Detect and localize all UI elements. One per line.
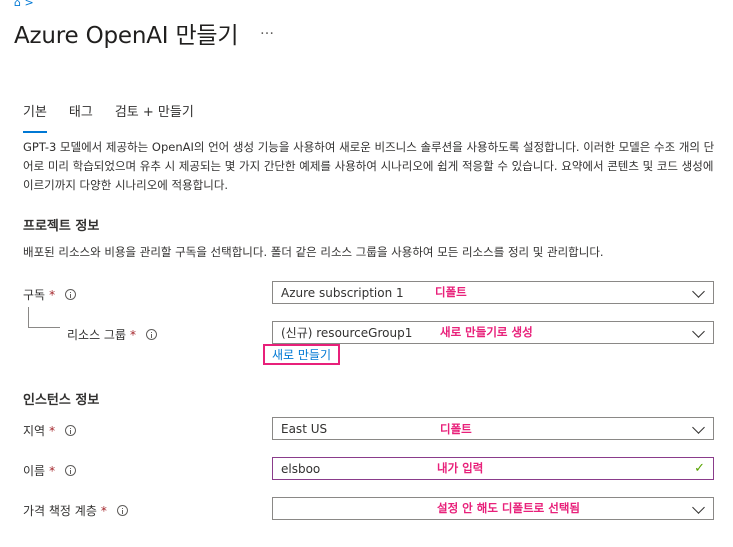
resource-group-value: (신규) resourceGroup1 [281,326,413,340]
chevron-down-icon [692,421,705,434]
annotation-subscription: 디폴트 [435,285,467,299]
breadcrumb[interactable]: ⌂ > [14,0,34,9]
check-icon: ✓ [694,461,705,476]
annotation-resource-group: 새로 만들기로 생성 [440,325,533,339]
intro-description: GPT-3 모델에서 제공하는 OpenAI의 언어 생성 기능을 사용하여 새… [23,140,715,192]
project-details-title: 프로젝트 정보 [23,219,100,234]
required-marker: * [100,503,107,518]
annotation-name: 내가 입력 [437,461,484,475]
project-details-description: 배포된 리소스와 비용을 관리할 구독을 선택합니다. 폴더 같은 리소스 그룹… [23,245,604,259]
subscription-value: Azure subscription 1 [281,285,404,300]
region-label: 지역 * [23,422,77,439]
region-value: East US [281,421,328,436]
region-select[interactable]: East US [272,417,714,440]
tab-bar: 기본 태그 검토 + 만들기 [23,101,216,133]
name-label: 이름 * [23,462,77,479]
name-input[interactable]: elsboo ✓ [272,457,714,480]
create-new-resource-group-link[interactable]: 새로 만들기 [263,344,340,365]
subscription-select[interactable]: Azure subscription 1 [272,281,714,304]
resource-group-label: 리소스 그룹 * [67,326,158,343]
pricing-tier-label: 가격 책정 계층 * [23,502,128,519]
required-marker: * [49,463,56,478]
info-icon[interactable] [65,289,77,300]
info-icon[interactable] [146,329,158,340]
required-marker: * [49,287,56,302]
annotation-pricing-tier: 설정 안 해도 디폴트로 선택됨 [437,501,580,515]
name-value: elsboo [281,461,321,476]
required-marker: * [130,327,137,342]
chevron-down-icon [692,285,705,298]
annotation-region: 디폴트 [440,422,472,436]
instance-details-title: 인스턴스 정보 [23,393,100,408]
page-title: Azure OpenAI 만들기 [14,23,239,49]
chevron-down-icon [692,501,705,514]
info-icon[interactable] [65,465,77,476]
chevron-down-icon [692,325,705,338]
tab-tags[interactable]: 태그 [69,101,93,128]
subscription-label: 구독 * [23,286,77,303]
tab-review-create[interactable]: 검토 + 만들기 [115,101,194,128]
info-icon[interactable] [116,505,128,516]
more-options-icon[interactable]: … [260,22,275,38]
tree-connector [28,307,29,327]
required-marker: * [49,423,56,438]
tree-connector [28,327,60,328]
info-icon[interactable] [65,425,77,436]
tab-basics[interactable]: 기본 [23,101,47,133]
